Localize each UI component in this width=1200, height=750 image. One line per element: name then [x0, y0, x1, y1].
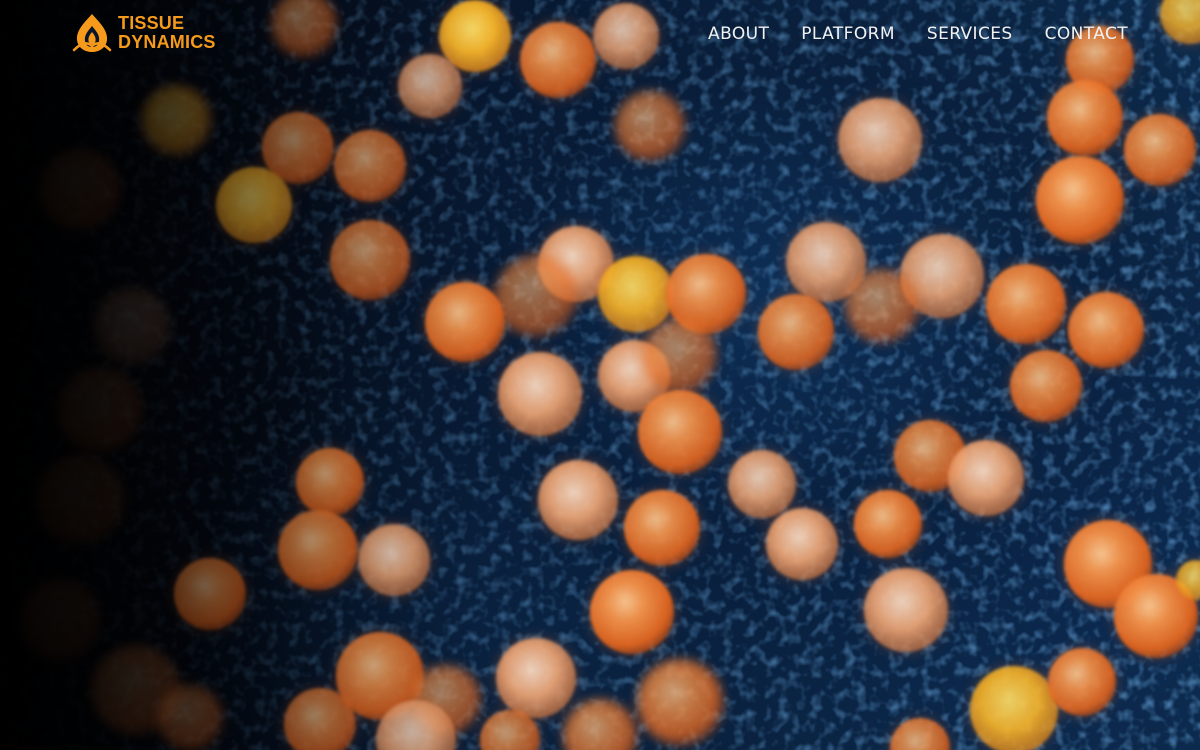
- fluorescent-cell: [538, 460, 618, 540]
- fluorescent-cell: [425, 282, 505, 362]
- fluorescent-cell: [1047, 80, 1123, 156]
- fluorescent-cell: [624, 490, 700, 566]
- fluorescent-cell: [638, 390, 722, 474]
- fluorescent-cell: [948, 440, 1024, 516]
- fluorescent-cell: [638, 660, 722, 744]
- fluorescent-cell: [330, 220, 410, 300]
- fluorescent-cell: [590, 570, 674, 654]
- fluorescent-cell: [1068, 292, 1144, 368]
- main-nav: ABOUT PLATFORM SERVICES CONTACT: [708, 22, 1128, 46]
- fluorescent-cell: [158, 686, 222, 750]
- nav-link-contact[interactable]: CONTACT: [1045, 22, 1128, 46]
- fluorescent-cell: [58, 368, 142, 452]
- fluorescent-cell: [20, 580, 100, 660]
- fluorescent-cell: [36, 456, 124, 544]
- fluorescent-cell: [1048, 648, 1116, 716]
- cell-bokeh-layer: [16, 0, 1200, 750]
- fluorescent-cell: [864, 568, 948, 652]
- nav-link-about[interactable]: ABOUT: [708, 22, 769, 46]
- fluorescent-cell: [296, 448, 364, 516]
- fluorescent-cell: [142, 86, 210, 154]
- fluorescent-cell: [854, 490, 922, 558]
- brand-logo-link[interactable]: TISSUE DYNAMICS: [72, 12, 216, 54]
- fluorescent-cell: [766, 508, 838, 580]
- fluorescent-cell: [1010, 350, 1082, 422]
- fluorescent-cell: [758, 294, 834, 370]
- fluorescent-cell: [216, 167, 292, 243]
- fluorescent-cell: [838, 98, 922, 182]
- fluorescent-cell: [846, 270, 918, 342]
- flame-cell-logo-icon: [72, 14, 112, 52]
- brand-name-line2: DYNAMICS: [118, 32, 216, 52]
- fluorescent-cell: [498, 352, 582, 436]
- fluorescent-cell: [278, 510, 358, 590]
- fluorescent-cell: [496, 638, 576, 718]
- fluorescent-cell: [40, 150, 120, 230]
- fluorescent-cell: [358, 524, 430, 596]
- brand-name: TISSUE DYNAMICS: [118, 14, 216, 52]
- brand-name-line1: TISSUE: [118, 13, 185, 33]
- nav-link-services[interactable]: SERVICES: [927, 22, 1013, 46]
- nav-link-platform[interactable]: PLATFORM: [801, 22, 895, 46]
- fluorescent-cell: [986, 264, 1066, 344]
- fluorescent-cell: [174, 558, 246, 630]
- fluorescent-cell: [644, 320, 716, 392]
- fluorescent-cell: [334, 130, 406, 202]
- top-navbar: TISSUE DYNAMICS ABOUT PLATFORM SERVICES …: [0, 0, 1200, 70]
- fluorescent-cell: [616, 92, 684, 160]
- fluorescent-cell: [1124, 114, 1196, 186]
- hero-section: TISSUE DYNAMICS ABOUT PLATFORM SERVICES …: [0, 0, 1200, 750]
- fluorescent-cell: [1036, 156, 1124, 244]
- fluorescent-cell: [94, 288, 170, 364]
